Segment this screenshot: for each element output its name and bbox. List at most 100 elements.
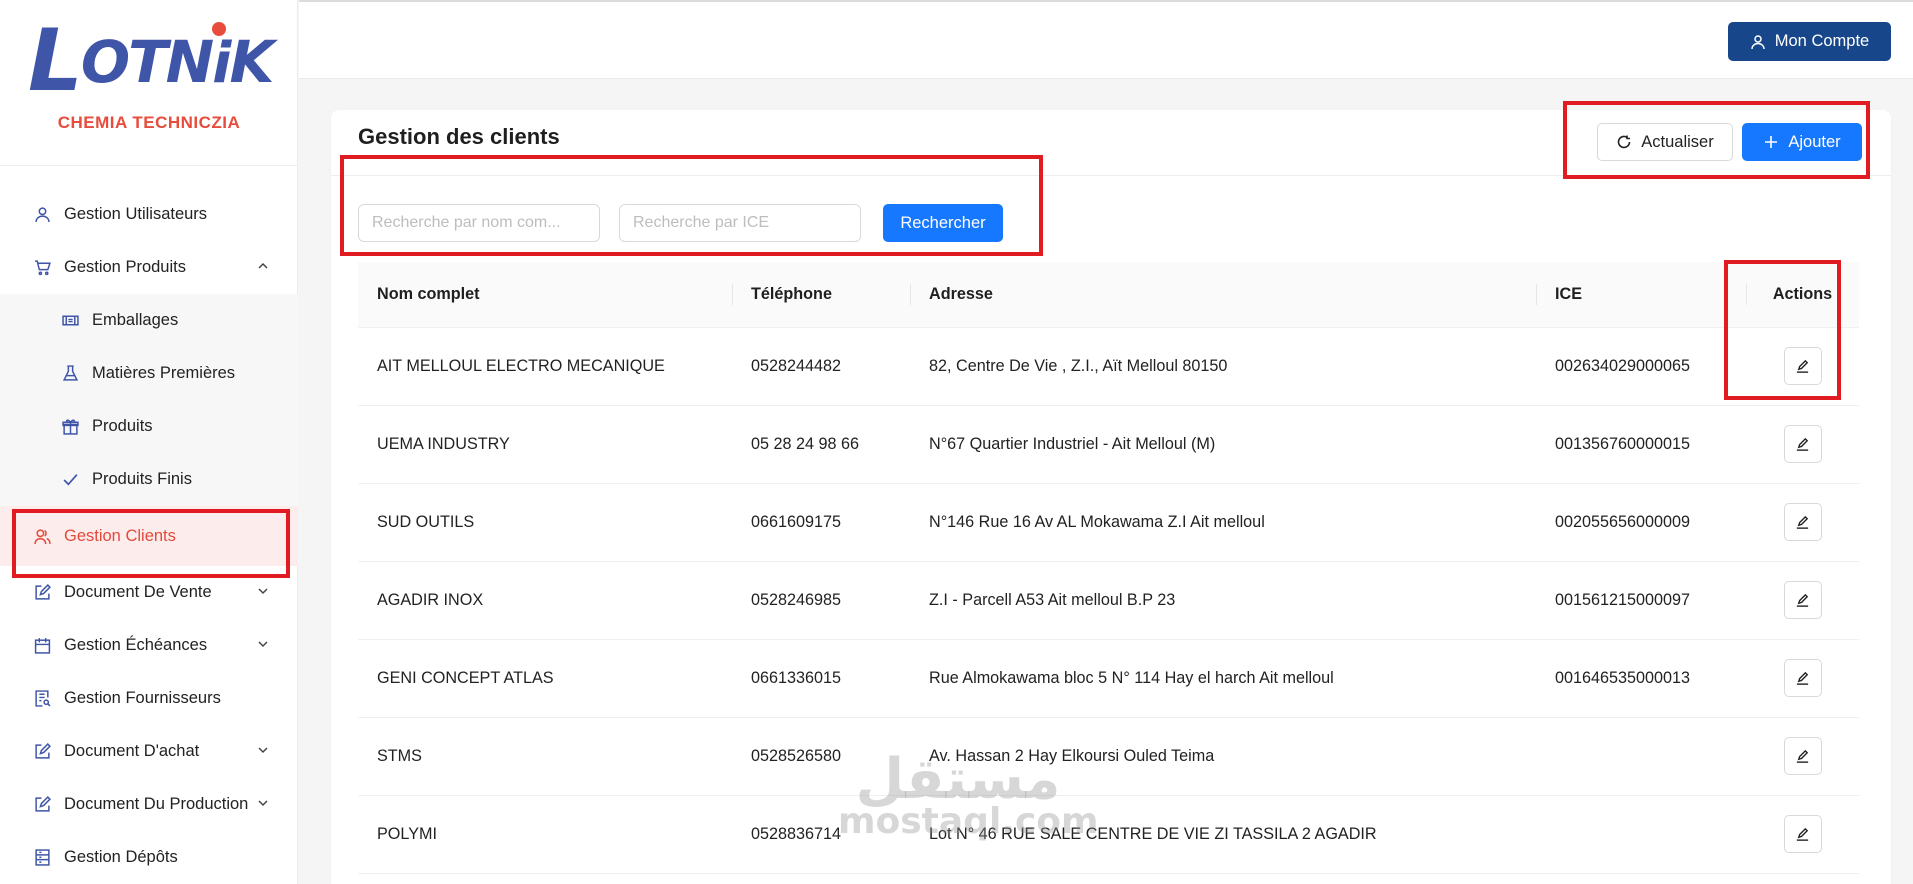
search-ice-input[interactable] [619, 204, 861, 242]
sidebar-item-gestion-utilisateurs[interactable]: Gestion Utilisateurs [0, 188, 298, 241]
add-button-label: Ajouter [1788, 132, 1841, 151]
edit-button[interactable] [1783, 659, 1822, 697]
sidebar-item-label: Document Du Production [64, 795, 249, 813]
cell-address: Lot N° 46 RUE SALE CENTRE DE VIE ZI TASS… [910, 795, 1536, 874]
sidebar-item-document-dachat[interactable]: Document D'achat [0, 725, 298, 778]
refresh-button-label: Actualiser [1641, 132, 1714, 151]
cell-phone: 0528526580 [732, 717, 910, 796]
cell-name: UEMA INDUSTRY [358, 405, 732, 484]
sidebar-item-matieres-premieres[interactable]: Matières Premières [0, 347, 298, 400]
sidebar-item-document-du-production[interactable]: Document Du Production [0, 778, 298, 831]
cell-actions [1746, 561, 1859, 640]
sidebar-item-label: Gestion Clients [64, 526, 176, 545]
cell-name: GENI CONCEPT ATLAS [358, 639, 732, 718]
sidebar-item-label: Gestion Dépôts [64, 848, 178, 866]
edit-button[interactable] [1783, 737, 1822, 775]
cell-actions [1746, 483, 1859, 562]
flask-icon [61, 365, 79, 383]
cell-phone: 05 28 24 98 66 [732, 405, 910, 484]
edit-square-icon [33, 796, 51, 814]
edit-icon [1796, 437, 1809, 451]
column-header-adresse: Adresse [910, 262, 1536, 328]
chevron-down-icon[interactable] [256, 796, 270, 810]
users-icon [33, 527, 51, 545]
sidebar-item-label: Document De Vente [64, 583, 212, 601]
cell-name: STMS [358, 717, 732, 796]
table-row: POLYMI 0528836714 Lot N° 46 RUE SALE CEN… [358, 795, 1859, 874]
database-icon [33, 849, 51, 867]
edit-icon [1796, 359, 1809, 373]
cell-address: N°146 Rue 16 Av AL Mokawama Z.I Ait mell… [910, 483, 1536, 562]
cell-address: Z.I - Parcell A53 Ait melloul B.P 23 [910, 561, 1536, 640]
sidebar-item-label: Gestion Produits [64, 258, 186, 276]
table-row: AGADIR INOX 0528246985 Z.I - Parcell A53… [358, 561, 1859, 640]
edit-icon [1796, 515, 1809, 529]
cell-ice: 001561215000097 [1536, 561, 1746, 640]
cell-ice: 002055656000009 [1536, 483, 1746, 562]
cell-actions [1746, 639, 1859, 718]
table-header-row: Nom complet Téléphone Adresse ICE Action… [358, 262, 1859, 328]
table-row: STMS 0528526580 Av. Hassan 2 Hay Elkours… [358, 717, 1859, 796]
cell-phone: 0661609175 [732, 483, 910, 562]
search-button[interactable]: Rechercher [883, 204, 1003, 242]
chevron-up-icon[interactable] [256, 259, 270, 273]
cell-ice: 001356760000015 [1536, 405, 1746, 484]
search-name-input[interactable] [358, 204, 600, 242]
cell-name: AGADIR INOX [358, 561, 732, 640]
page-title: Gestion des clients [358, 124, 560, 149]
edit-button[interactable] [1783, 347, 1822, 385]
sidebar: LOTNiK CHEMIA TECHNICZIA Gestion Utilisa… [0, 0, 298, 884]
cell-name: AIT MELLOUL ELECTRO MECANIQUE [358, 327, 732, 406]
sidebar-item-label: Emballages [92, 311, 179, 329]
check-icon [61, 471, 79, 489]
column-header-actions: Actions [1746, 262, 1859, 328]
cell-phone: 0661336015 [732, 639, 910, 718]
sidebar-item-gestion-produits[interactable]: Gestion Produits [0, 241, 298, 294]
table-row: AIT MELLOUL ELECTRO MECANIQUE 0528244482… [358, 327, 1859, 406]
edit-button[interactable] [1783, 815, 1822, 853]
clients-table: Nom complet Téléphone Adresse ICE Action… [358, 262, 1859, 874]
sidebar-item-document-de-vente[interactable]: Document De Vente [0, 566, 298, 619]
chevron-down-icon[interactable] [256, 584, 270, 598]
brand-logo[interactable]: LOTNiK [28, 18, 274, 104]
account-button-label: Mon Compte [1774, 32, 1870, 50]
chevron-down-icon[interactable] [256, 743, 270, 757]
cell-address: N°67 Quartier Industriel - Ait Melloul (… [910, 405, 1536, 484]
user-icon [33, 206, 51, 224]
cell-ice: 001646535000013 [1536, 639, 1746, 718]
account-button[interactable]: Mon Compte [1728, 22, 1891, 61]
edit-button[interactable] [1783, 581, 1822, 619]
cell-ice [1536, 795, 1746, 874]
edit-square-icon [33, 743, 51, 761]
sidebar-item-produits-finis[interactable]: Produits Finis [0, 453, 298, 506]
table-row: GENI CONCEPT ATLAS 0661336015 Rue Almoka… [358, 639, 1859, 718]
cell-phone: 0528836714 [732, 795, 910, 874]
cell-name: POLYMI [358, 795, 732, 874]
add-client-button[interactable]: Ajouter [1742, 123, 1862, 161]
cell-actions [1746, 405, 1859, 484]
sidebar-item-emballages[interactable]: Emballages [0, 294, 298, 347]
sidebar-item-gestion-fournisseurs[interactable]: Gestion Fournisseurs [0, 672, 298, 725]
card-header: Gestion des clients Actualiser Ajouter [331, 110, 1891, 176]
reload-icon [1617, 135, 1631, 149]
sidebar-item-label: Document D'achat [64, 742, 200, 760]
edit-button[interactable] [1783, 425, 1822, 463]
logo-dot-icon [212, 22, 226, 36]
cell-actions [1746, 717, 1859, 796]
table-row: SUD OUTILS 0661609175 N°146 Rue 16 Av AL… [358, 483, 1859, 562]
sidebar-item-label: Gestion Utilisateurs [64, 205, 208, 223]
sidebar-item-gestion-echeances[interactable]: Gestion Échéances [0, 619, 298, 672]
sidebar-item-gestion-clients[interactable]: Gestion Clients [0, 506, 298, 566]
edit-icon [1796, 827, 1809, 841]
sidebar-item-gestion-depots[interactable]: Gestion Dépôts [0, 831, 298, 884]
cell-actions [1746, 327, 1859, 406]
cell-address: 82, Centre De Vie , Z.I., Aït Melloul 80… [910, 327, 1536, 406]
cell-actions [1746, 795, 1859, 874]
edit-square-icon [33, 584, 51, 602]
refresh-button[interactable]: Actualiser [1597, 123, 1733, 161]
package-icon [61, 312, 79, 330]
sidebar-item-produits[interactable]: Produits [0, 400, 298, 453]
chevron-down-icon[interactable] [256, 637, 270, 651]
cell-address: Rue Almokawama bloc 5 N° 114 Hay el harc… [910, 639, 1536, 718]
edit-button[interactable] [1783, 503, 1822, 541]
